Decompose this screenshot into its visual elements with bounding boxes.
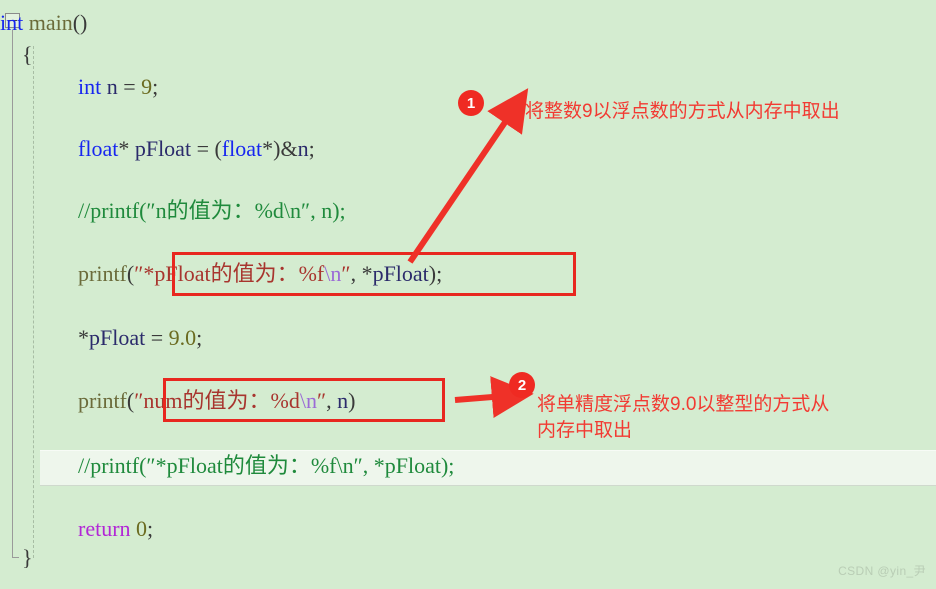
code-token: * <box>118 136 135 161</box>
code-line-1[interactable]: { <box>0 44 33 66</box>
code-token: = ( <box>191 136 222 161</box>
code-line-2[interactable]: int n = 9; <box>0 76 158 98</box>
code-token: pFloat <box>134 136 192 161</box>
code-screenshot-stage: int main(){int n = 9; float* pFloat = (fl… <box>0 0 936 589</box>
code-line-8[interactable]: //printf(″*pFloat的值为：%f\n″, *pFloat); <box>0 455 454 477</box>
code-line-4[interactable]: //printf(″n的值为：%d\n″, n); <box>0 200 346 222</box>
code-token: pFloat <box>89 325 146 350</box>
annotation-text-2: 将单精度浮点数9.0以整型的方式从 内存中取出 <box>537 394 830 441</box>
code-token: //printf(″n的值为：%d\n″, n); <box>78 198 346 223</box>
code-token: float <box>221 136 263 161</box>
code-token: ; <box>196 325 203 350</box>
code-line-10[interactable]: } <box>0 547 33 569</box>
code-token: *)& <box>262 136 298 161</box>
watermark: CSDN @yin_尹 <box>838 564 926 578</box>
annotation-badge-2: 2 <box>509 372 535 398</box>
code-token: ; <box>147 516 154 541</box>
code-token: int <box>78 74 102 99</box>
code-line-9[interactable]: return 0; <box>0 518 153 540</box>
code-token: () <box>72 10 88 35</box>
code-token: ; <box>308 136 315 161</box>
code-token: //printf(″*pFloat的值为：%f\n″, *pFloat); <box>78 453 455 478</box>
code-token: = <box>117 74 142 99</box>
code-token: printf <box>78 261 127 286</box>
code-token: 9 <box>141 74 153 99</box>
code-line-0[interactable]: int main() <box>0 12 87 34</box>
code-line-6[interactable]: *pFloat = 9.0; <box>0 327 202 349</box>
code-token: } <box>22 545 33 570</box>
annotation-badge-1: 1 <box>458 90 484 116</box>
code-line-3[interactable]: float* pFloat = (float*)&n; <box>0 138 315 160</box>
code-token: return <box>78 516 131 541</box>
code-token: ; <box>152 74 159 99</box>
code-token: * <box>78 325 89 350</box>
code-token: n <box>106 74 118 99</box>
highlight-box-pfloat-printf <box>172 252 576 296</box>
code-token: 9.0 <box>168 325 197 350</box>
code-token: int <box>0 10 24 35</box>
code-token: = <box>145 325 169 350</box>
code-token: { <box>22 42 33 67</box>
annotation-text-1: 将整数9以浮点数的方式从内存中取出 <box>525 101 840 122</box>
highlight-box-num-printf <box>163 378 445 422</box>
code-token: main <box>28 10 73 35</box>
code-token: 0 <box>136 516 148 541</box>
code-token: n <box>297 136 309 161</box>
code-token: printf <box>78 388 127 413</box>
code-token: float <box>78 136 119 161</box>
